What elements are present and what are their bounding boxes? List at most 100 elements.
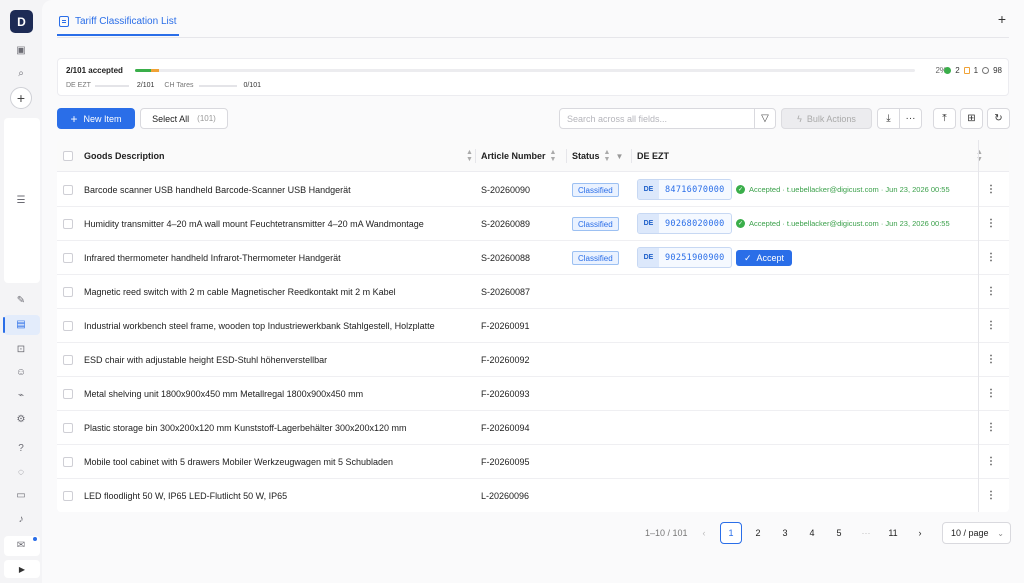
create-plus-button[interactable]: + xyxy=(10,87,32,109)
col-goods-label: Goods Description xyxy=(84,151,165,161)
table-row[interactable]: Barcode scanner USB handheld Barcode-Sca… xyxy=(57,173,1009,207)
status-badge: Classified xyxy=(572,183,619,197)
row-menu-icon[interactable]: ⋮ xyxy=(981,321,1001,331)
page-2-button[interactable]: 2 xyxy=(747,522,769,544)
table-row[interactable]: Magnetic reed switch with 2 m cable Magn… xyxy=(57,275,1009,309)
next-page-button[interactable]: › xyxy=(909,522,931,544)
briefcase-icon[interactable]: ⊡ xyxy=(13,342,29,358)
col-goods-description[interactable]: Goods Description xyxy=(84,140,165,172)
users-icon[interactable]: ☺ xyxy=(13,365,29,381)
table-row[interactable]: ESD chair with adjustable height ESD-Stu… xyxy=(57,343,1009,377)
country-tag: DE xyxy=(638,214,659,233)
app-logo[interactable]: D xyxy=(10,10,33,33)
gift-icon[interactable]: ✉ xyxy=(13,538,29,554)
terminal-icon[interactable]: ▭ xyxy=(13,488,29,504)
chat-icon[interactable]: ◌ xyxy=(13,465,29,481)
col-status[interactable]: Status ▲ ▼ ▼ xyxy=(572,140,623,172)
list-icon[interactable]: ☰ xyxy=(13,193,29,209)
page-1-button[interactable]: 1 xyxy=(720,522,742,544)
expand-sidebar-button[interactable]: ▶ xyxy=(4,560,40,578)
help-icon[interactable]: ? xyxy=(13,441,29,457)
add-tab-button[interactable]: + xyxy=(998,11,1006,27)
document-list-icon[interactable]: ▤ xyxy=(13,317,29,333)
accept-label: Accept xyxy=(756,253,785,263)
bell-icon[interactable]: ♪ xyxy=(13,512,29,528)
tariff-code-field[interactable]: DE 84716070000 xyxy=(637,179,732,200)
row-checkbox[interactable] xyxy=(63,457,73,467)
status-sort-icon[interactable]: ▲ ▼ xyxy=(604,149,611,163)
page-size-select[interactable]: 10 / page ⌄ xyxy=(942,522,1011,544)
page-4-button[interactable]: 4 xyxy=(801,522,823,544)
page-3-button[interactable]: 3 xyxy=(774,522,796,544)
pending-count: 98 xyxy=(993,66,1002,75)
status-filter-icon[interactable]: ▼ xyxy=(615,152,623,161)
page-5-button[interactable]: 5 xyxy=(828,522,850,544)
chart-icon[interactable]: ⌁ xyxy=(13,388,29,404)
progress-bar xyxy=(135,69,915,72)
sub-value-ch: 0/101 xyxy=(243,82,261,89)
table-row[interactable]: Humidity transmitter 4–20 mA wall mount … xyxy=(57,207,1009,241)
prev-page-button[interactable]: ‹ xyxy=(693,522,715,544)
notification-dot xyxy=(33,537,37,541)
more-download-button[interactable]: ··· xyxy=(899,108,922,129)
filter-button[interactable]: ▽ xyxy=(754,108,776,129)
download-button[interactable]: ⤓ xyxy=(877,108,900,129)
accepted-info: ✓ Accepted · t.uebellacker@digicust.com … xyxy=(736,185,950,194)
col-status-label: Status xyxy=(572,151,600,161)
tariff-code-field[interactable]: DE 90251900900 xyxy=(637,247,732,268)
row-menu-icon[interactable]: ⋮ xyxy=(981,389,1001,399)
row-checkbox[interactable] xyxy=(63,389,73,399)
table-row[interactable]: Metal shelving unit 1800x900x450 mm Meta… xyxy=(57,377,1009,411)
row-checkbox[interactable] xyxy=(63,219,73,229)
row-menu-icon[interactable]: ⋮ xyxy=(981,287,1001,297)
columns-button[interactable]: ⊞ xyxy=(960,108,983,129)
accepted-check-icon xyxy=(944,67,952,74)
wrench-icon[interactable]: ✎ xyxy=(13,293,29,309)
row-menu-icon[interactable]: ⋮ xyxy=(981,355,1001,365)
row-checkbox[interactable] xyxy=(63,321,73,331)
accept-button[interactable]: ✓ Accept xyxy=(736,250,792,266)
col-article-number[interactable]: Article Number ▲ ▼ xyxy=(481,140,556,172)
select-all-checkbox[interactable] xyxy=(63,151,73,161)
table-row[interactable]: Industrial workbench steel frame, wooden… xyxy=(57,309,1009,343)
row-checkbox[interactable] xyxy=(63,287,73,297)
dashboard-icon[interactable]: ▣ xyxy=(13,43,29,59)
table-row[interactable]: Plastic storage bin 300x200x120 mm Kunst… xyxy=(57,411,1009,445)
page-ellipsis[interactable]: ··· xyxy=(855,522,877,544)
chevron-left-icon: ‹ xyxy=(702,528,706,538)
row-checkbox[interactable] xyxy=(63,491,73,501)
row-checkbox[interactable] xyxy=(63,253,73,263)
search-input[interactable]: Search across all fields... xyxy=(559,108,755,129)
table-row[interactable]: Mobile tool cabinet with 5 drawers Mobil… xyxy=(57,445,1009,479)
article-number: S-20260089 xyxy=(481,219,531,229)
filter-icon: ▽ xyxy=(761,113,769,124)
row-checkbox[interactable] xyxy=(63,185,73,195)
tariff-code-field[interactable]: DE 90268020000 xyxy=(637,213,732,234)
col-de-ezt[interactable]: DE EZT xyxy=(637,140,669,172)
row-checkbox[interactable] xyxy=(63,423,73,433)
row-menu-icon[interactable]: ⋮ xyxy=(981,491,1001,501)
page-11-button[interactable]: 11 xyxy=(882,522,904,544)
tab-tariff-classification[interactable]: Tariff Classification List xyxy=(57,8,179,36)
row-menu-icon[interactable]: ⋮ xyxy=(981,253,1001,263)
row-menu-icon[interactable]: ⋮ xyxy=(981,185,1001,195)
goods-sort-icon[interactable]: ▲ ▼ xyxy=(462,140,473,172)
table-row[interactable]: Infrared thermometer handheld Infrarot-T… xyxy=(57,241,1009,275)
refresh-button[interactable]: ↻ xyxy=(987,108,1010,129)
search-icon[interactable]: ⌕ xyxy=(13,66,29,82)
bulk-actions-button[interactable]: ϟ Bulk Actions xyxy=(781,108,872,129)
select-all-button[interactable]: Select All (101) xyxy=(140,108,228,129)
new-item-button[interactable]: + New Item xyxy=(57,108,135,129)
row-menu-icon[interactable]: ⋮ xyxy=(981,423,1001,433)
table-row[interactable]: LED floodlight 50 W, IP65 LED-Flutlicht … xyxy=(57,479,1009,512)
article-sort-icon[interactable]: ▲ ▼ xyxy=(550,149,557,163)
article-number: F-20260091 xyxy=(481,321,530,331)
row-checkbox[interactable] xyxy=(63,355,73,365)
row-menu-icon[interactable]: ⋮ xyxy=(981,219,1001,229)
tariff-code: 90268020000 xyxy=(665,218,725,229)
download-icon: ⤓ xyxy=(886,113,891,124)
upload-button[interactable]: ⤒ xyxy=(933,108,956,129)
classified-doc-icon xyxy=(963,67,970,74)
row-menu-icon[interactable]: ⋮ xyxy=(981,457,1001,467)
gear-icon[interactable]: ⚙ xyxy=(13,412,29,428)
